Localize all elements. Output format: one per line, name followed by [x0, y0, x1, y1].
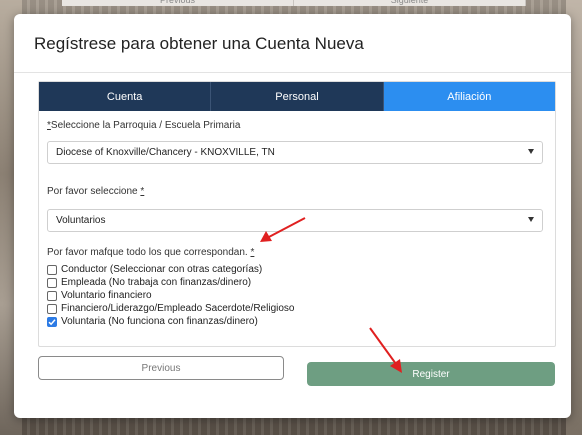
checkmark-icon: [48, 318, 56, 325]
checkbox[interactable]: [47, 303, 57, 314]
chevron-down-icon: [528, 217, 534, 222]
modal-title: Regístrese para obtener una Cuenta Nueva: [34, 34, 364, 53]
parish-label: *Seleccione la Parroquia / Escuela Prima…: [47, 120, 241, 131]
checkbox-group-label-text: Por favor mafque todo los que correspond…: [47, 247, 248, 258]
checkbox-label: Voluntario financiero: [61, 290, 152, 301]
modal-header-divider: [14, 72, 571, 73]
category-select-label: Por favor seleccione *: [47, 186, 144, 197]
checkbox[interactable]: [47, 277, 57, 288]
checkbox[interactable]: [47, 290, 57, 301]
checkbox-group-label: Por favor mafque todo los que correspond…: [47, 247, 254, 258]
checkbox-option-voluntaria[interactable]: Voluntaria (No funciona con finanzas/din…: [47, 315, 294, 328]
checkbox-option-financiero-liderazgo[interactable]: Financiero/Liderazgo/Empleado Sacerdote/…: [47, 302, 294, 315]
checkbox-option-voluntario-financiero[interactable]: Voluntario financiero: [47, 289, 294, 302]
background-page-nav: Previous Siguiente: [62, 0, 526, 6]
parish-select-value: Diocese of Knoxville/Chancery - KNOXVILL…: [56, 147, 275, 158]
checkbox[interactable]: [47, 264, 57, 275]
registration-form: Cuenta Personal Afiliación *Seleccione l…: [38, 81, 556, 347]
tab-personal[interactable]: Personal: [211, 82, 384, 111]
role-checkbox-list: Conductor (Seleccionar con otras categor…: [47, 263, 294, 328]
required-marker: *: [140, 186, 145, 197]
checkbox-checked[interactable]: [47, 316, 57, 327]
tab-cuenta[interactable]: Cuenta: [39, 82, 212, 111]
step-tabs: Cuenta Personal Afiliación: [39, 82, 555, 111]
register-button[interactable]: Register: [307, 362, 555, 386]
background-next-link: Siguiente: [294, 0, 526, 6]
category-select-value: Voluntarios: [56, 215, 106, 226]
checkbox-option-empleada[interactable]: Empleada (No trabaja con finanzas/dinero…: [47, 276, 294, 289]
required-marker: *: [250, 247, 255, 258]
chevron-down-icon: [528, 149, 534, 154]
parish-select[interactable]: Diocese of Knoxville/Chancery - KNOXVILL…: [47, 141, 543, 164]
checkbox-label: Financiero/Liderazgo/Empleado Sacerdote/…: [61, 303, 295, 314]
checkbox-label: Empleada (No trabaja con finanzas/dinero…: [61, 277, 252, 288]
checkbox-option-conductor[interactable]: Conductor (Seleccionar con otras categor…: [47, 263, 294, 276]
parish-label-text: Seleccione la Parroquia / Escuela Primar…: [50, 120, 241, 131]
checkbox-label: Conductor (Seleccionar con otras categor…: [61, 264, 263, 275]
registration-modal: Regístrese para obtener una Cuenta Nueva…: [14, 14, 571, 418]
category-select[interactable]: Voluntarios: [47, 209, 543, 232]
previous-button[interactable]: Previous: [38, 356, 284, 380]
tab-afiliacion[interactable]: Afiliación: [383, 82, 555, 111]
category-select-label-text: Por favor seleccione: [47, 186, 138, 197]
checkbox-label: Voluntaria (No funciona con finanzas/din…: [61, 316, 258, 327]
background-previous-link: Previous: [62, 0, 294, 6]
